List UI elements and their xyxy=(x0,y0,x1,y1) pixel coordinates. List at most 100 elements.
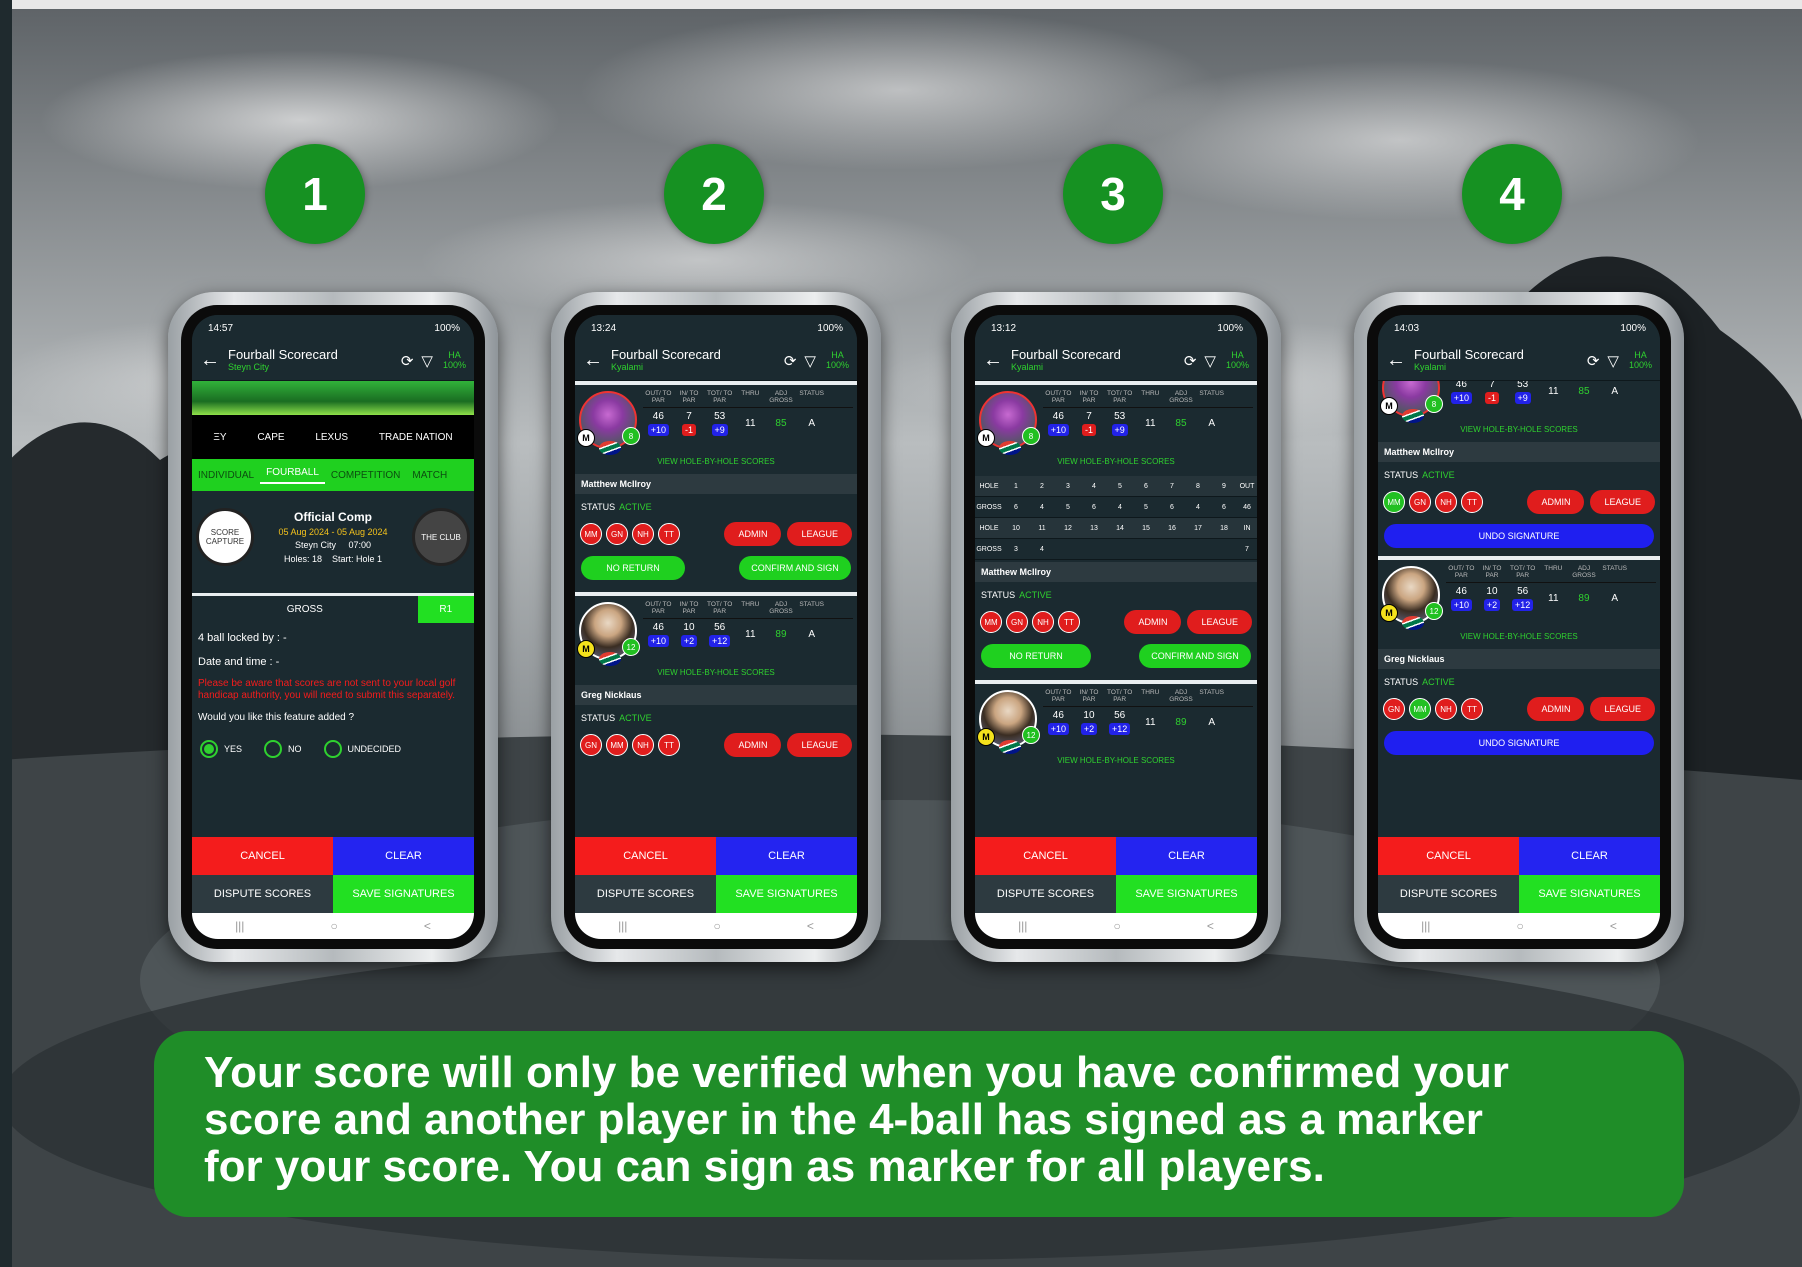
league-button[interactable]: LEAGUE xyxy=(787,522,852,546)
recents-icon[interactable]: ||| xyxy=(235,919,244,933)
radio-no[interactable] xyxy=(264,739,283,758)
view-hole-by-hole-link[interactable]: VIEW HOLE-BY-HOLE SCORES xyxy=(1382,425,1656,434)
back-icon[interactable]: < xyxy=(424,919,431,933)
chip-nh[interactable]: NH xyxy=(632,523,654,545)
home-icon[interactable]: ○ xyxy=(714,919,721,933)
filter-icon[interactable]: ▽ xyxy=(421,352,433,370)
dispute-scores-button[interactable]: DISPUTE SCORES xyxy=(1378,875,1519,913)
dispute-scores-button[interactable]: DISPUTE SCORES xyxy=(192,875,333,913)
locked-by: 4 ball locked by : - xyxy=(198,632,287,644)
radio-yes[interactable] xyxy=(200,739,218,758)
chip-gn[interactable]: GN xyxy=(580,734,602,756)
admin-button[interactable]: ADMIN xyxy=(1527,490,1585,514)
back-arrow-icon[interactable]: ← xyxy=(1386,349,1414,372)
tab-match[interactable]: MATCH xyxy=(406,470,453,481)
hdr-in: IN/ TO PAR xyxy=(1482,565,1502,579)
recents-icon[interactable]: ||| xyxy=(618,919,627,933)
cancel-button[interactable]: CANCEL xyxy=(1378,837,1519,875)
refresh-icon[interactable]: ⟳ xyxy=(1587,352,1600,370)
competition-title: Official Comp xyxy=(293,509,372,524)
undo-signature-button[interactable]: UNDO SIGNATURE xyxy=(1384,524,1654,548)
clear-button[interactable]: CLEAR xyxy=(333,837,474,875)
app-bar: ← Fourball Scorecard Kyalami ⟳ ▽ HA 100% xyxy=(975,341,1257,381)
chip-gn[interactable]: GN xyxy=(1409,491,1431,513)
save-signatures-button[interactable]: SAVE SIGNATURES xyxy=(333,875,474,913)
league-button[interactable]: LEAGUE xyxy=(1590,490,1655,514)
dispute-scores-button[interactable]: DISPUTE SCORES xyxy=(975,875,1116,913)
confirm-and-sign-button[interactable]: CONFIRM AND SIGN xyxy=(739,556,851,580)
home-icon[interactable]: ○ xyxy=(331,919,338,933)
refresh-icon[interactable]: ⟳ xyxy=(784,352,797,370)
chip-mm[interactable]: MM xyxy=(1409,698,1431,720)
chip-mm[interactable]: MM xyxy=(1383,491,1405,513)
tab-competition[interactable]: COMPETITION xyxy=(325,470,406,481)
chip-nh[interactable]: NH xyxy=(632,734,654,756)
back-icon[interactable]: < xyxy=(1610,919,1617,933)
filter-icon[interactable]: ▽ xyxy=(1204,352,1216,370)
cancel-button[interactable]: CANCEL xyxy=(192,837,333,875)
clear-button[interactable]: CLEAR xyxy=(716,837,857,875)
clear-button[interactable]: CLEAR xyxy=(1116,837,1257,875)
chip-tt[interactable]: TT xyxy=(1058,611,1080,633)
view-hole-by-hole-link[interactable]: VIEW HOLE-BY-HOLE SCORES xyxy=(979,756,1253,765)
recents-icon[interactable]: ||| xyxy=(1018,919,1027,933)
save-signatures-button[interactable]: SAVE SIGNATURES xyxy=(1519,875,1660,913)
chip-tt[interactable]: TT xyxy=(658,523,680,545)
cancel-button[interactable]: CANCEL xyxy=(575,837,716,875)
chip-mm[interactable]: MM xyxy=(980,611,1002,633)
back-icon[interactable]: < xyxy=(807,919,814,933)
league-button[interactable]: LEAGUE xyxy=(1187,610,1252,634)
chip-nh[interactable]: NH xyxy=(1032,611,1054,633)
save-signatures-button[interactable]: SAVE SIGNATURES xyxy=(1116,875,1257,913)
chip-gn[interactable]: GN xyxy=(1383,698,1405,720)
tot-score: 56 xyxy=(1114,709,1126,721)
clear-button[interactable]: CLEAR xyxy=(1519,837,1660,875)
player-name: Matthew McIlroy xyxy=(975,562,1257,582)
league-button[interactable]: LEAGUE xyxy=(787,733,852,757)
chip-nh[interactable]: NH xyxy=(1435,698,1457,720)
chip-tt[interactable]: TT xyxy=(1461,491,1483,513)
refresh-icon[interactable]: ⟳ xyxy=(1184,352,1197,370)
tab-fourball[interactable]: FOURBALL xyxy=(260,467,325,484)
chip-mm[interactable]: MM xyxy=(580,523,602,545)
round-1-tab[interactable]: R1 xyxy=(417,596,474,623)
filter-icon[interactable]: ▽ xyxy=(1607,352,1619,370)
chip-gn[interactable]: GN xyxy=(606,523,628,545)
back-arrow-icon[interactable]: ← xyxy=(583,349,611,372)
no-return-button[interactable]: NO RETURN xyxy=(981,644,1091,668)
undo-signature-button[interactable]: UNDO SIGNATURE xyxy=(1384,731,1654,755)
chip-mm[interactable]: MM xyxy=(606,734,628,756)
cancel-button[interactable]: CANCEL xyxy=(975,837,1116,875)
chip-nh[interactable]: NH xyxy=(1435,491,1457,513)
view-hole-by-hole-link[interactable]: VIEW HOLE-BY-HOLE SCORES xyxy=(1382,632,1656,641)
save-signatures-button[interactable]: SAVE SIGNATURES xyxy=(716,875,857,913)
recents-icon[interactable]: ||| xyxy=(1421,919,1430,933)
hdr-tot: TOT/ TO PAR xyxy=(707,390,733,404)
home-icon[interactable]: ○ xyxy=(1114,919,1121,933)
view-hole-by-hole-link[interactable]: VIEW HOLE-BY-HOLE SCORES xyxy=(579,457,853,466)
back-icon[interactable]: < xyxy=(1207,919,1214,933)
player-name: Greg Nicklaus xyxy=(1378,649,1660,669)
view-hole-by-hole-link[interactable]: VIEW HOLE-BY-HOLE SCORES xyxy=(579,668,853,677)
confirm-and-sign-button[interactable]: CONFIRM AND SIGN xyxy=(1139,644,1251,668)
gross-tab[interactable]: GROSS xyxy=(192,596,418,623)
chip-tt[interactable]: TT xyxy=(1461,698,1483,720)
admin-button[interactable]: ADMIN xyxy=(724,522,782,546)
view-hole-by-hole-link[interactable]: VIEW HOLE-BY-HOLE SCORES xyxy=(979,457,1253,466)
admin-button[interactable]: ADMIN xyxy=(1124,610,1182,634)
back-arrow-icon[interactable]: ← xyxy=(983,349,1011,372)
league-button[interactable]: LEAGUE xyxy=(1590,697,1655,721)
home-icon[interactable]: ○ xyxy=(1517,919,1524,933)
back-arrow-icon[interactable]: ← xyxy=(200,349,228,372)
radio-undecided[interactable] xyxy=(323,739,342,758)
no-return-button[interactable]: NO RETURN xyxy=(581,556,685,580)
marker-initial: M xyxy=(1380,397,1398,415)
filter-icon[interactable]: ▽ xyxy=(804,352,816,370)
admin-button[interactable]: ADMIN xyxy=(724,733,782,757)
chip-tt[interactable]: TT xyxy=(658,734,680,756)
admin-button[interactable]: ADMIN xyxy=(1527,697,1585,721)
tab-individual[interactable]: INDIVIDUAL xyxy=(192,470,260,481)
chip-gn[interactable]: GN xyxy=(1006,611,1028,633)
dispute-scores-button[interactable]: DISPUTE SCORES xyxy=(575,875,716,913)
refresh-icon[interactable]: ⟳ xyxy=(401,352,414,370)
